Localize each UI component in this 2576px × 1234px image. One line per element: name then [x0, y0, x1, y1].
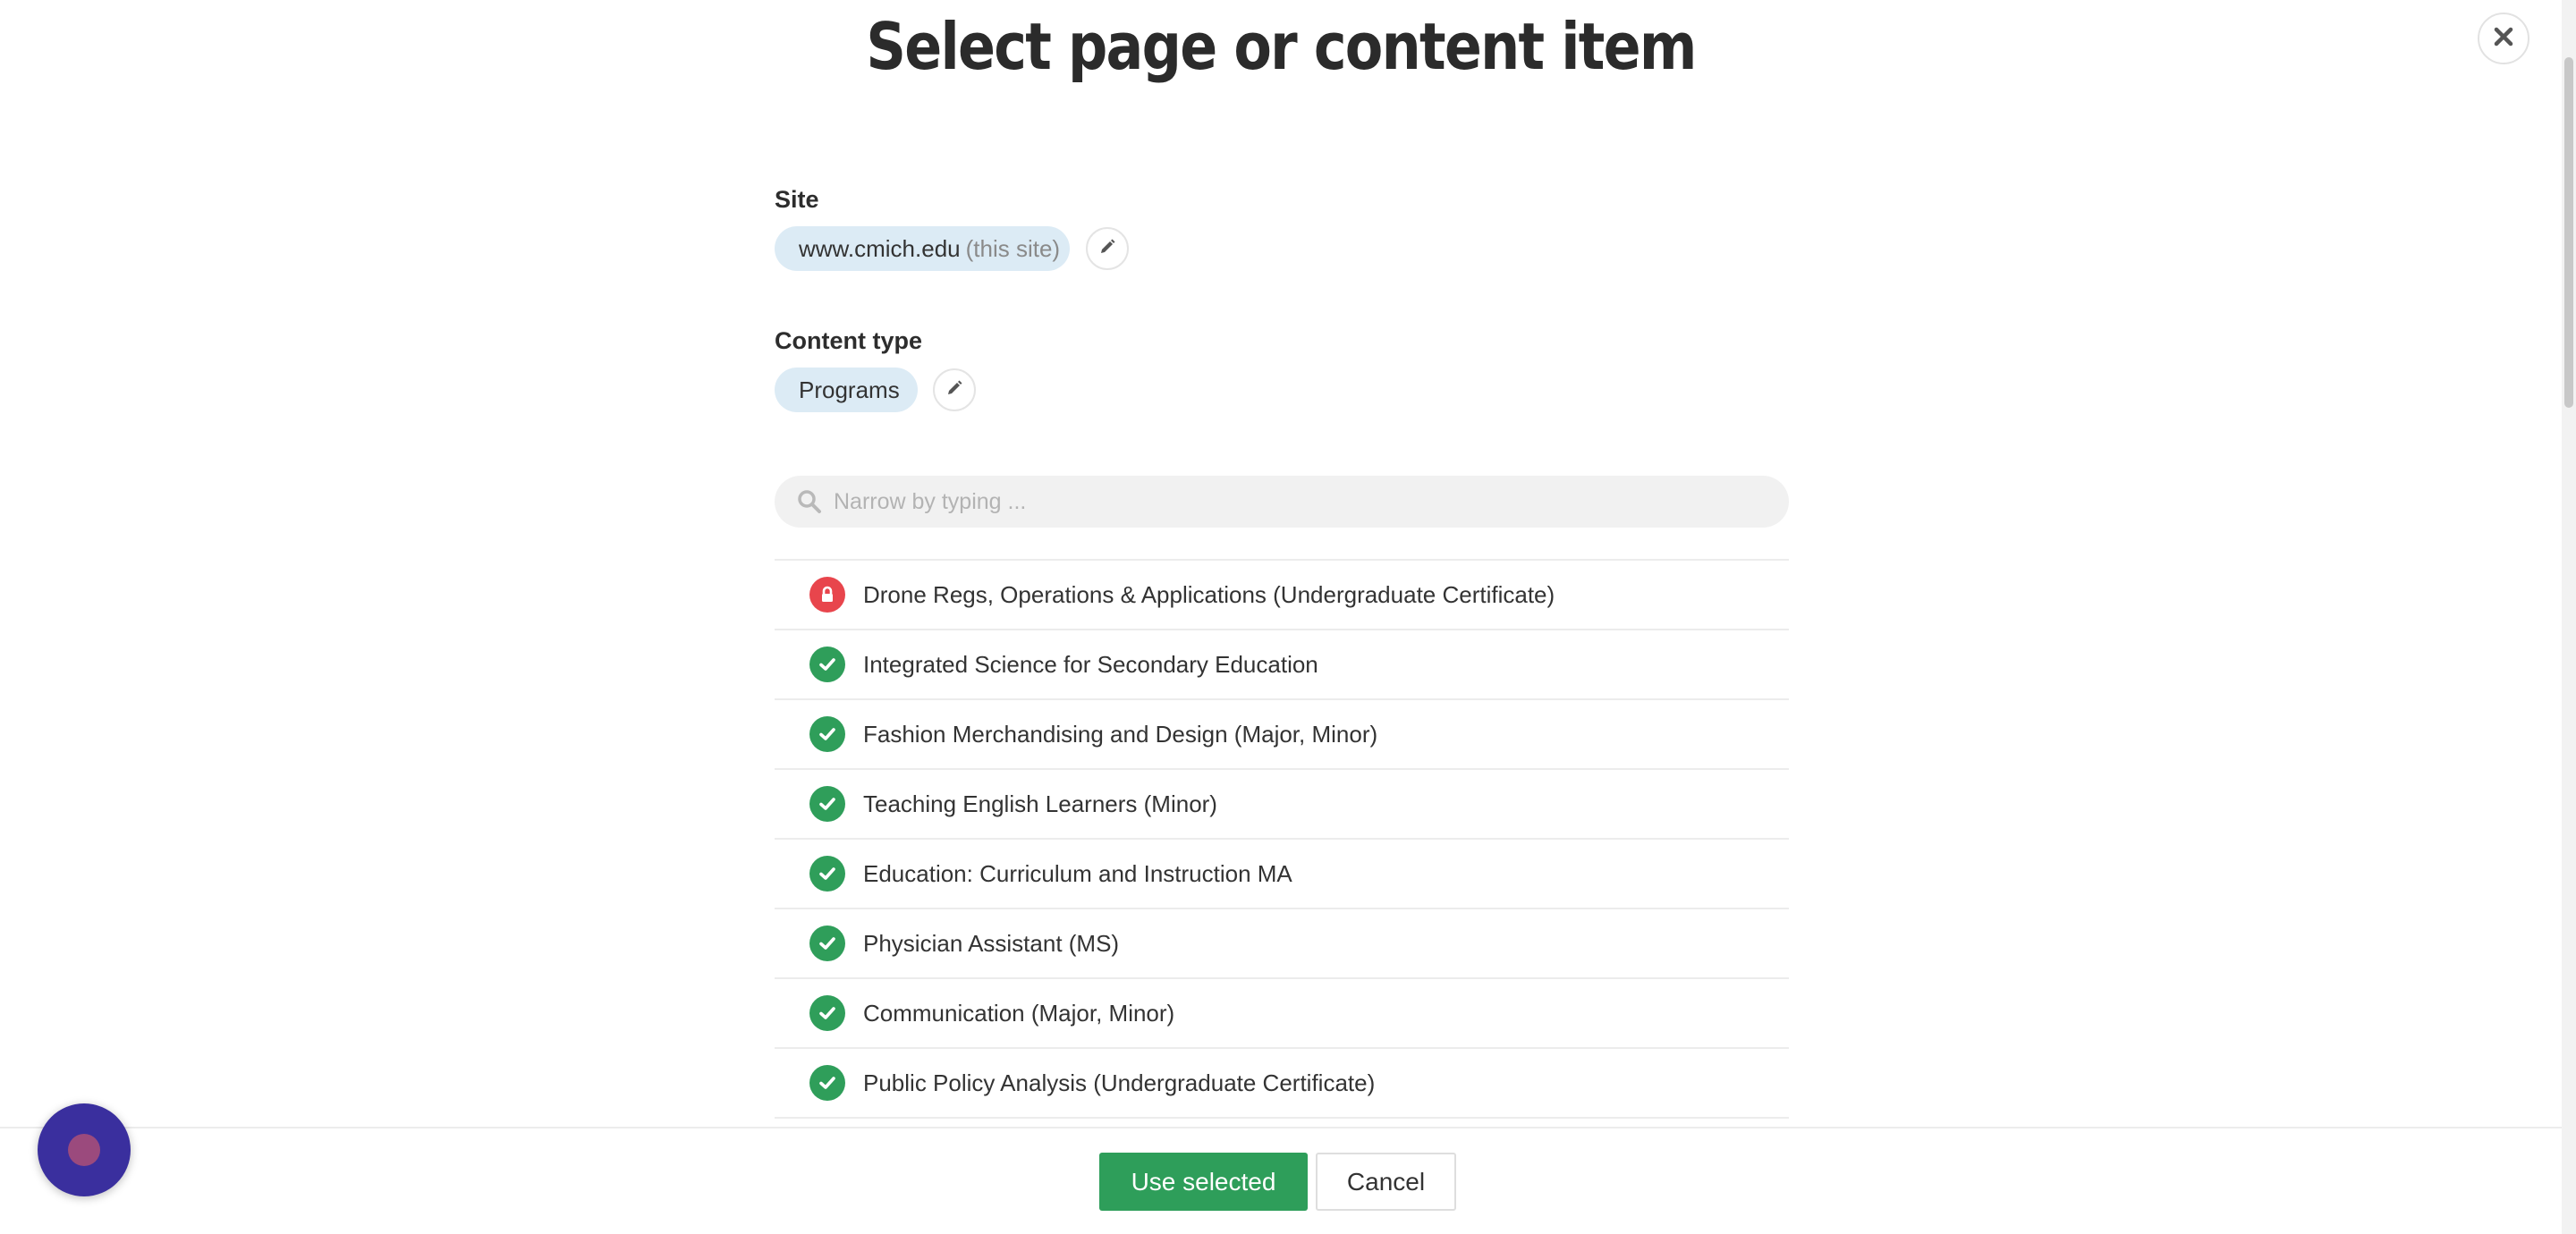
- search-icon: [796, 488, 823, 515]
- check-icon: [809, 856, 845, 892]
- scrollbar[interactable]: [2562, 0, 2576, 1234]
- check-icon: [809, 716, 845, 752]
- list-item[interactable]: Communication (Major, Minor): [775, 979, 1789, 1049]
- list-item[interactable]: Physician Assistant (MS): [775, 909, 1789, 979]
- dialog-footer: Use selected Cancel: [0, 1127, 2562, 1234]
- list-item-label: Public Policy Analysis (Undergraduate Ce…: [863, 1069, 1376, 1096]
- content-type-pill[interactable]: Programs: [775, 368, 918, 412]
- edit-content-type-button[interactable]: [933, 368, 976, 411]
- content-type-label: Content type: [775, 327, 922, 354]
- chat-icon: [68, 1134, 100, 1166]
- pencil-icon: [1098, 238, 1116, 260]
- search-box: [775, 476, 1789, 528]
- check-icon: [809, 1065, 845, 1101]
- list-item-label: Integrated Science for Secondary Educati…: [863, 650, 1318, 678]
- check-icon: [809, 926, 845, 961]
- dialog-title: Select page or content item: [866, 9, 1697, 84]
- content-list: Drone Regs, Operations & Applications (U…: [775, 559, 1789, 1129]
- check-icon: [809, 995, 845, 1031]
- site-pill[interactable]: www.cmich.edu (this site): [775, 226, 1070, 271]
- list-item-label: Physician Assistant (MS): [863, 929, 1120, 957]
- content-type-value: Programs: [799, 376, 900, 403]
- close-icon: [2493, 26, 2514, 52]
- use-selected-button[interactable]: Use selected: [1099, 1153, 1308, 1211]
- list-item-label: Communication (Major, Minor): [863, 999, 1175, 1027]
- list-item-label: Fashion Merchandising and Design (Major,…: [863, 720, 1378, 748]
- edit-site-button[interactable]: [1086, 227, 1129, 270]
- list-item-label: Drone Regs, Operations & Applications (U…: [863, 580, 1555, 608]
- list-item[interactable]: Teaching English Learners (Minor): [775, 770, 1789, 840]
- select-content-dialog: Select page or content item Site www.cmi…: [0, 0, 2576, 1234]
- scrollbar-thumb[interactable]: [2564, 57, 2573, 408]
- list-item[interactable]: Fashion Merchandising and Design (Major,…: [775, 700, 1789, 770]
- check-icon: [809, 647, 845, 682]
- pencil-icon: [945, 379, 963, 401]
- list-item[interactable]: Public Policy Analysis (Undergraduate Ce…: [775, 1049, 1789, 1119]
- cancel-button[interactable]: Cancel: [1316, 1153, 1456, 1211]
- list-item-label: Education: Curriculum and Instruction MA: [863, 859, 1292, 887]
- list-item-label: Teaching English Learners (Minor): [863, 790, 1217, 817]
- close-button[interactable]: [2478, 13, 2529, 64]
- site-label: Site: [775, 186, 819, 213]
- lock-icon: [809, 577, 845, 613]
- list-item[interactable]: Integrated Science for Secondary Educati…: [775, 630, 1789, 700]
- list-item[interactable]: Drone Regs, Operations & Applications (U…: [775, 561, 1789, 630]
- site-value: www.cmich.edu: [799, 234, 961, 262]
- search-input[interactable]: [832, 487, 1766, 516]
- list-item[interactable]: Education: Curriculum and Instruction MA: [775, 840, 1789, 909]
- check-icon: [809, 786, 845, 822]
- chat-widget-button[interactable]: [38, 1103, 131, 1196]
- site-note: (this site): [965, 234, 1061, 262]
